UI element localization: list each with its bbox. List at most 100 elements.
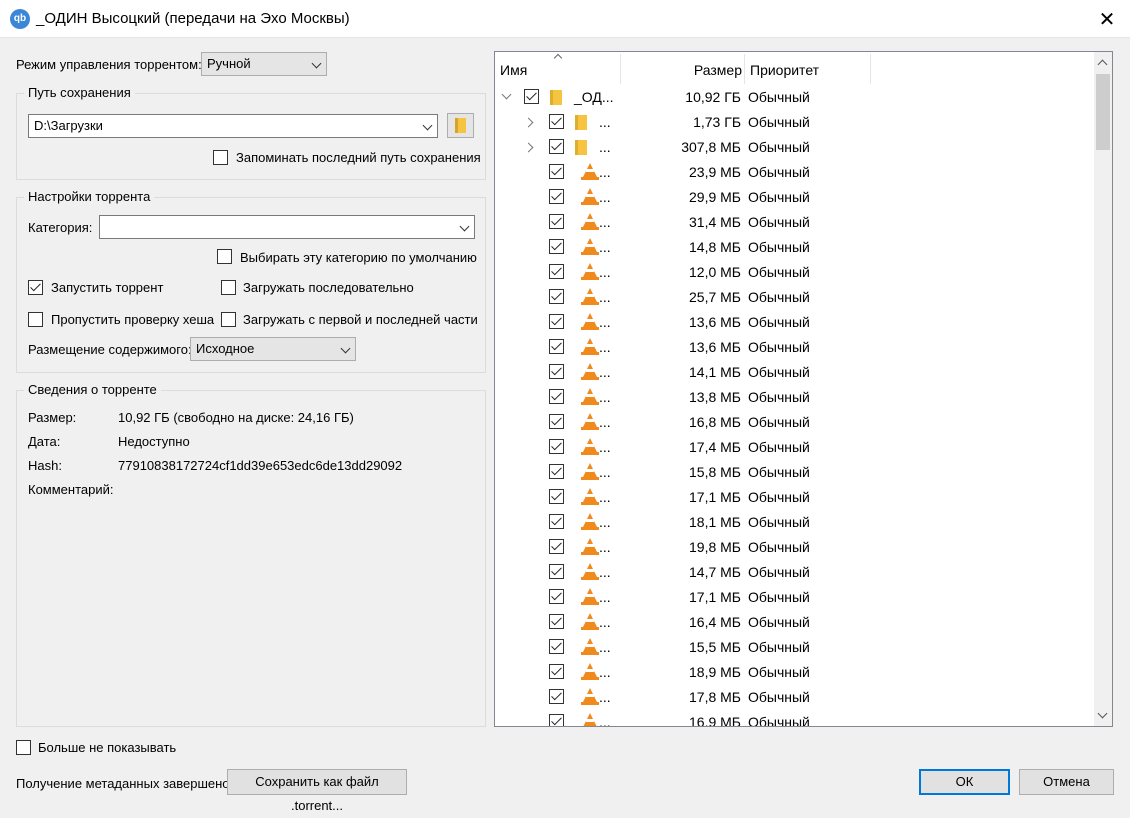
tree-row[interactable]: ... 31,4 МБ Обычный: [495, 210, 1095, 235]
file-priority[interactable]: Обычный: [748, 339, 810, 355]
close-window-button[interactable]: ✕: [1084, 0, 1130, 38]
file-priority[interactable]: Обычный: [748, 214, 810, 230]
file-priority[interactable]: Обычный: [748, 389, 810, 405]
file-tree[interactable]: Имя Размер Приоритет _ОД... 10,92 ГБ Обычн…: [494, 51, 1113, 727]
tree-row[interactable]: ... 23,9 МБ Обычный: [495, 160, 1095, 185]
column-header-name[interactable]: Имя: [500, 62, 527, 78]
skip-hash-check-checkbox[interactable]: [28, 312, 43, 327]
file-checkbox[interactable]: [549, 389, 564, 404]
tree-row[interactable]: ... 17,4 МБ Обычный: [495, 435, 1095, 460]
file-checkbox[interactable]: [549, 239, 564, 254]
file-priority[interactable]: Обычный: [748, 139, 810, 155]
file-priority[interactable]: Обычный: [748, 514, 810, 530]
file-priority[interactable]: Обычный: [748, 414, 810, 430]
tree-row[interactable]: ... 13,8 МБ Обычный: [495, 385, 1095, 410]
file-priority[interactable]: Обычный: [748, 589, 810, 605]
tree-row[interactable]: ... 14,8 МБ Обычный: [495, 235, 1095, 260]
file-priority[interactable]: Обычный: [748, 264, 810, 280]
file-priority[interactable]: Обычный: [748, 189, 810, 205]
file-checkbox[interactable]: [549, 539, 564, 554]
file-checkbox[interactable]: [524, 89, 539, 104]
file-checkbox[interactable]: [549, 264, 564, 279]
file-priority[interactable]: Обычный: [748, 364, 810, 380]
tree-row[interactable]: ... 16,8 МБ Обычный: [495, 410, 1095, 435]
file-checkbox[interactable]: [549, 214, 564, 229]
tree-row[interactable]: ... 18,1 МБ Обычный: [495, 510, 1095, 535]
file-checkbox[interactable]: [549, 289, 564, 304]
file-priority[interactable]: Обычный: [748, 714, 810, 726]
scroll-up-icon[interactable]: [1097, 59, 1108, 70]
file-checkbox[interactable]: [549, 164, 564, 179]
expand-chevron-icon[interactable]: [523, 117, 534, 128]
file-checkbox[interactable]: [549, 589, 564, 604]
tree-row[interactable]: ... 14,1 МБ Обычный: [495, 360, 1095, 385]
tree-row[interactable]: ... 17,1 МБ Обычный: [495, 585, 1095, 610]
vertical-scrollbar[interactable]: [1094, 52, 1112, 726]
tree-row[interactable]: ... 15,5 МБ Обычный: [495, 635, 1095, 660]
column-header-priority[interactable]: Приоритет: [750, 62, 819, 78]
file-priority[interactable]: Обычный: [748, 314, 810, 330]
category-combo[interactable]: [99, 215, 475, 239]
file-checkbox[interactable]: [549, 439, 564, 454]
file-priority[interactable]: Обычный: [748, 639, 810, 655]
file-checkbox[interactable]: [549, 339, 564, 354]
file-checkbox[interactable]: [549, 464, 564, 479]
collapse-chevron-icon[interactable]: [501, 89, 512, 100]
tree-row[interactable]: ... 17,1 МБ Обычный: [495, 485, 1095, 510]
file-priority[interactable]: Обычный: [748, 564, 810, 580]
tree-row[interactable]: ... 13,6 МБ Обычный: [495, 335, 1095, 360]
tree-row[interactable]: ... 29,9 МБ Обычный: [495, 185, 1095, 210]
file-priority[interactable]: Обычный: [748, 664, 810, 680]
file-checkbox[interactable]: [549, 189, 564, 204]
file-priority[interactable]: Обычный: [748, 164, 810, 180]
tree-row[interactable]: _ОД... 10,92 ГБ Обычный: [495, 85, 1095, 110]
browse-folder-button[interactable]: [447, 113, 474, 138]
tree-row[interactable]: ... 17,8 МБ Обычный: [495, 685, 1095, 710]
file-checkbox[interactable]: [549, 689, 564, 704]
tree-row[interactable]: ... 13,6 МБ Обычный: [495, 310, 1095, 335]
default-category-checkbox[interactable]: [217, 249, 232, 264]
file-checkbox[interactable]: [549, 714, 564, 726]
remember-path-checkbox[interactable]: [213, 150, 228, 165]
file-checkbox[interactable]: [549, 564, 564, 579]
file-checkbox[interactable]: [549, 114, 564, 129]
file-priority[interactable]: Обычный: [748, 689, 810, 705]
file-checkbox[interactable]: [549, 489, 564, 504]
cancel-button[interactable]: Отмена: [1019, 769, 1114, 795]
file-checkbox[interactable]: [549, 364, 564, 379]
tree-row[interactable]: ... 16,9 МБ Обычный: [495, 710, 1095, 726]
file-priority[interactable]: Обычный: [748, 489, 810, 505]
scrollbar-thumb[interactable]: [1096, 74, 1110, 150]
tree-row[interactable]: ... 18,9 МБ Обычный: [495, 660, 1095, 685]
file-priority[interactable]: Обычный: [748, 464, 810, 480]
tree-row[interactable]: ... 14,7 МБ Обычный: [495, 560, 1095, 585]
file-priority[interactable]: Обычный: [748, 114, 810, 130]
file-checkbox[interactable]: [549, 614, 564, 629]
file-checkbox[interactable]: [549, 514, 564, 529]
file-checkbox[interactable]: [549, 639, 564, 654]
tree-row[interactable]: ... 1,73 ГБ Обычный: [495, 110, 1095, 135]
first-last-pieces-checkbox[interactable]: [221, 312, 236, 327]
file-checkbox[interactable]: [549, 664, 564, 679]
file-priority[interactable]: Обычный: [748, 439, 810, 455]
tree-row[interactable]: ... 19,8 МБ Обычный: [495, 535, 1095, 560]
torrent-mode-select[interactable]: Ручной: [201, 52, 327, 76]
file-priority[interactable]: Обычный: [748, 239, 810, 255]
ok-button[interactable]: ОК: [919, 769, 1010, 795]
file-priority[interactable]: Обычный: [748, 539, 810, 555]
expand-chevron-icon[interactable]: [523, 142, 534, 153]
content-layout-select[interactable]: Исходное: [190, 337, 356, 361]
file-checkbox[interactable]: [549, 414, 564, 429]
tree-row[interactable]: ... 307,8 МБ Обычный: [495, 135, 1095, 160]
file-priority[interactable]: Обычный: [748, 89, 810, 105]
file-priority[interactable]: Обычный: [748, 614, 810, 630]
column-header-size[interactable]: Размер: [694, 62, 742, 78]
dont-show-again-checkbox[interactable]: [16, 740, 31, 755]
tree-row[interactable]: ... 12,0 МБ Обычный: [495, 260, 1095, 285]
tree-row[interactable]: ... 25,7 МБ Обычный: [495, 285, 1095, 310]
start-torrent-checkbox[interactable]: [28, 280, 43, 295]
save-torrent-file-button[interactable]: Сохранить как файл .torrent...: [227, 769, 407, 813]
file-checkbox[interactable]: [549, 139, 564, 154]
save-path-combo[interactable]: D:\Загрузки: [28, 114, 438, 138]
file-checkbox[interactable]: [549, 314, 564, 329]
